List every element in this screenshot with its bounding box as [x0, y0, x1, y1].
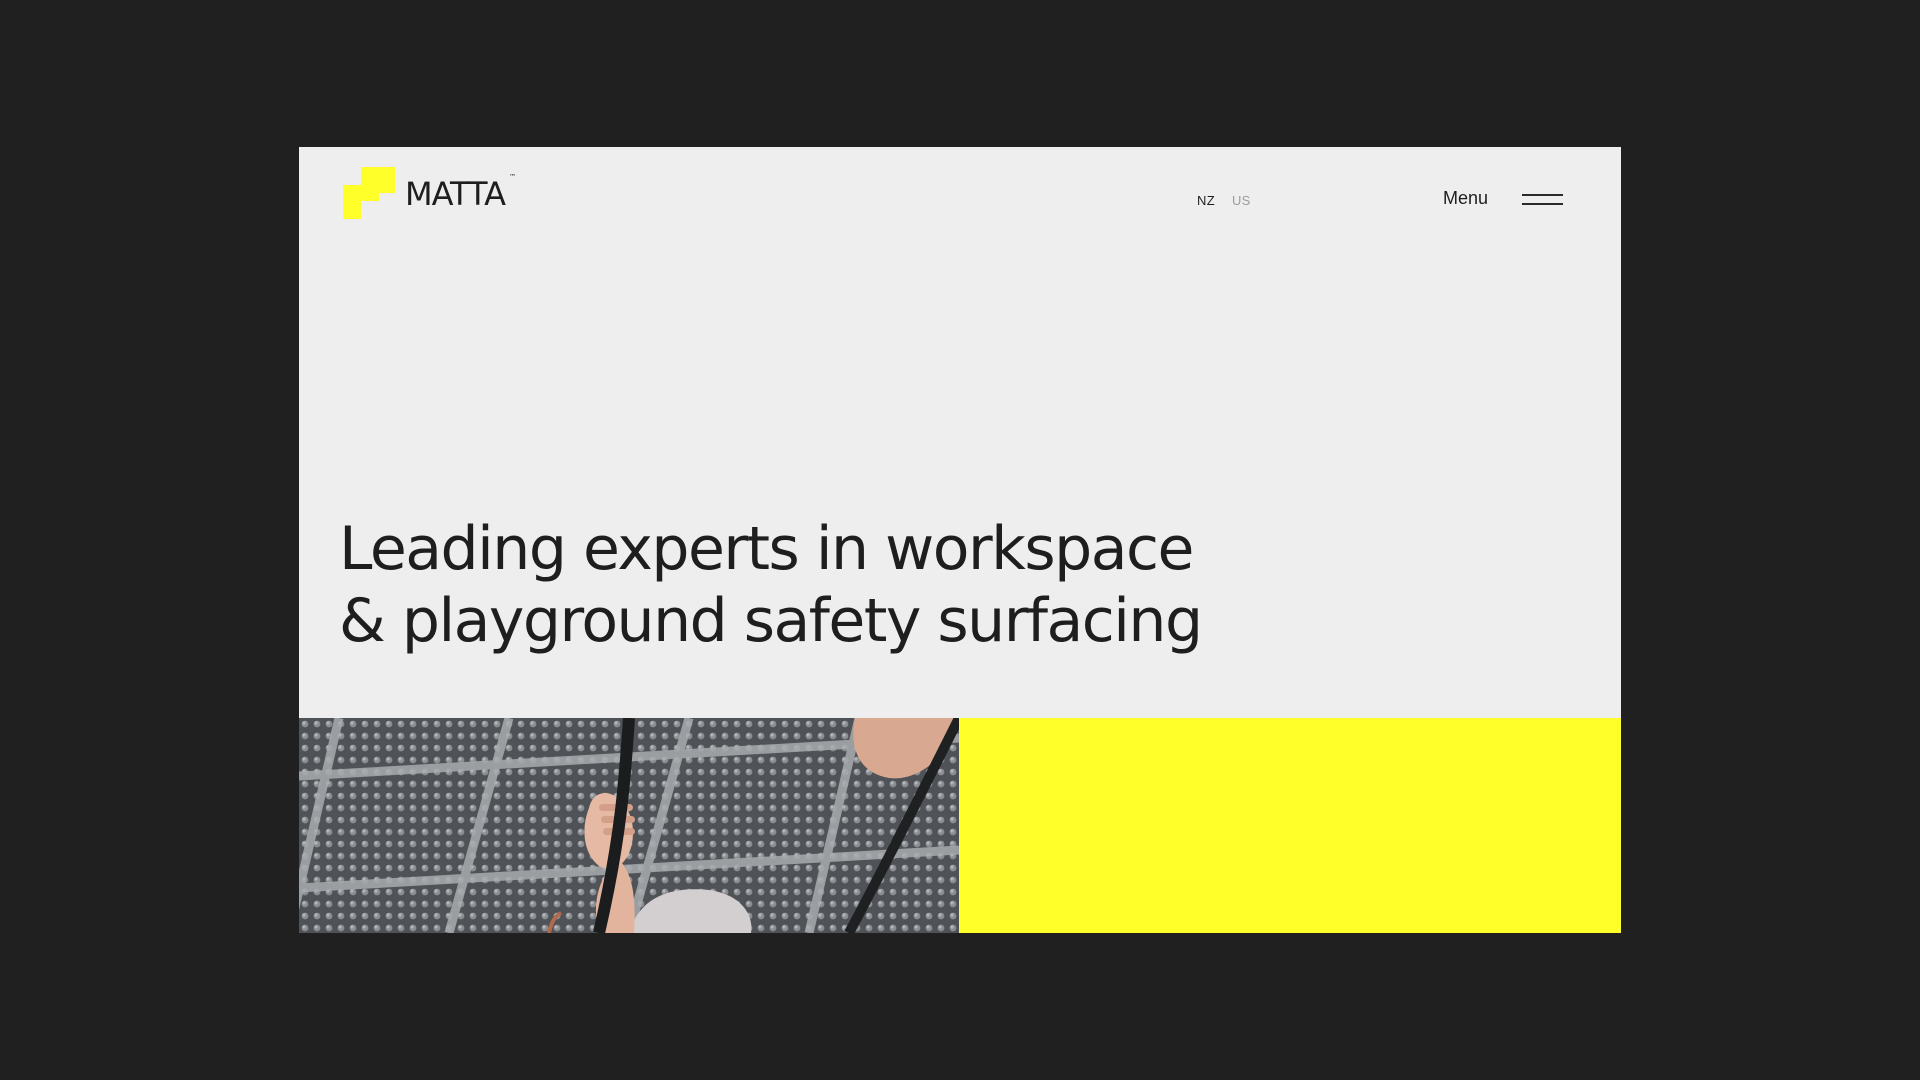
hero-photo-child-climbing-rope: [299, 718, 959, 933]
stepped-square-logo-icon: [343, 167, 395, 219]
accent-color-block: [959, 718, 1621, 933]
website-frame: MATTA ™ NZ US Menu Leading experts in wo…: [299, 147, 1621, 933]
hamburger-line-top: [1522, 194, 1563, 196]
hero-headline: Leading experts in workspace & playgroun…: [339, 513, 1259, 657]
brand-name: MATTA: [405, 175, 506, 213]
hero-headline-line-2: & playground safety surfacing: [339, 586, 1203, 656]
language-switcher: NZ US: [1197, 193, 1251, 208]
brand-logo[interactable]: MATTA ™: [343, 167, 516, 219]
language-option-us[interactable]: US: [1232, 193, 1251, 208]
hamburger-icon[interactable]: [1522, 191, 1563, 207]
photo-illustration: [299, 718, 959, 933]
site-header: MATTA ™ NZ US Menu: [299, 147, 1621, 257]
language-option-nz[interactable]: NZ: [1197, 193, 1215, 208]
brand-wordmark: MATTA ™: [405, 173, 516, 213]
hero-headline-line-1: Leading experts in workspace: [339, 514, 1194, 584]
hamburger-line-bottom: [1522, 203, 1563, 205]
menu-button[interactable]: Menu: [1443, 188, 1488, 209]
trademark-symbol: ™: [508, 173, 516, 181]
